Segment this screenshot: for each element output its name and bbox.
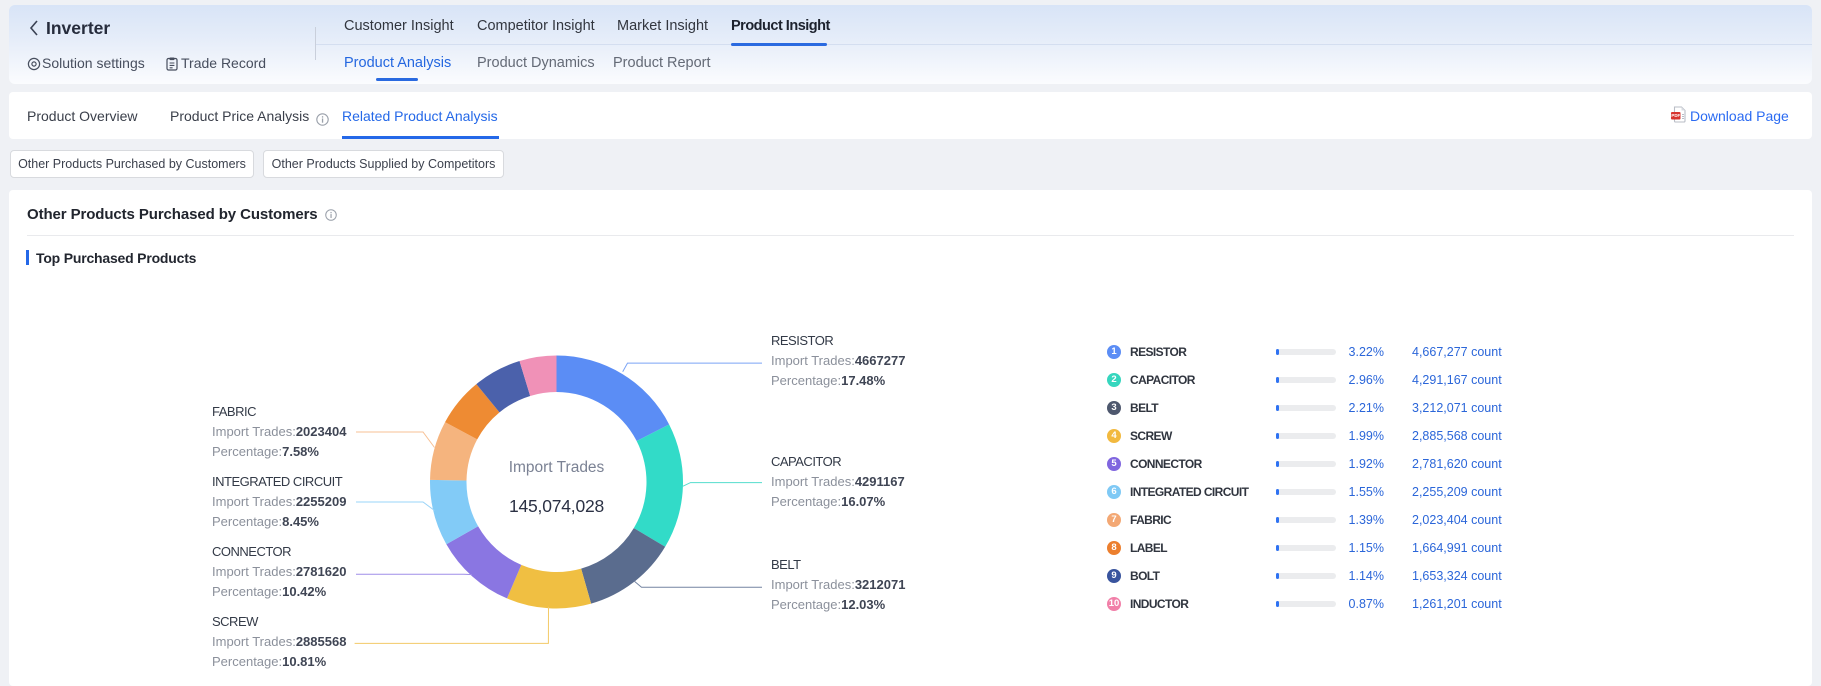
svg-text:PDF: PDF [1671, 113, 1680, 118]
